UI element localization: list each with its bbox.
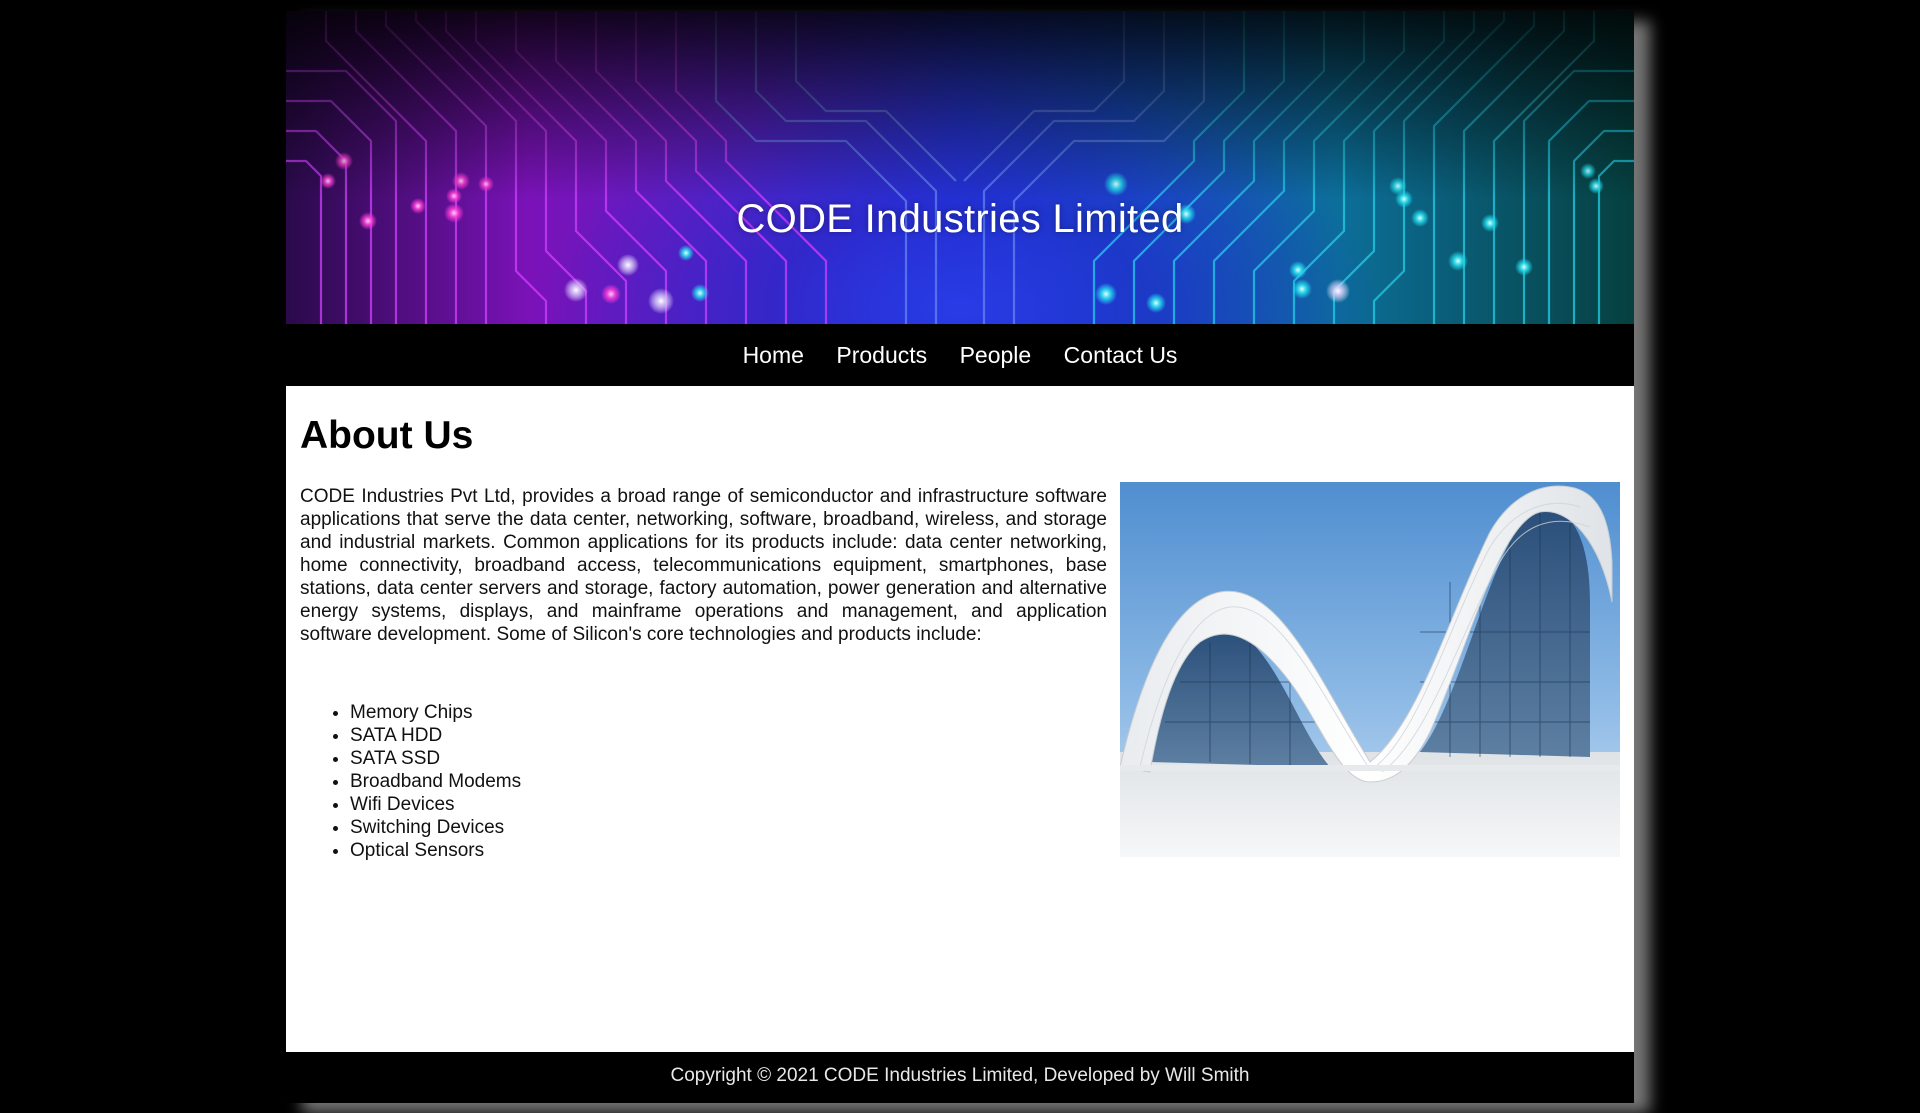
- list-item: Wifi Devices: [350, 793, 521, 816]
- list-item: Memory Chips: [350, 701, 521, 724]
- list-item: Optical Sensors: [350, 839, 521, 862]
- building-image: [1120, 482, 1620, 857]
- nav-item-contact-us[interactable]: Contact Us: [1064, 324, 1178, 386]
- list-item: Broadband Modems: [350, 770, 521, 793]
- list-item: SATA HDD: [350, 724, 521, 747]
- intro-paragraph: CODE Industries Pvt Ltd, provides a broa…: [300, 486, 1107, 645]
- list-item: Switching Devices: [350, 816, 521, 839]
- feature-list: Memory Chips SATA HDD SATA SSD Broadband…: [300, 701, 521, 862]
- page-wrapper: CODE Industries Limited Home Products Pe…: [286, 11, 1634, 1103]
- nav-item-people[interactable]: People: [960, 324, 1032, 386]
- site-footer: Copyright © 2021 CODE Industries Limited…: [286, 1052, 1634, 1103]
- site-title: CODE Industries Limited: [736, 197, 1184, 241]
- circuit-board-graphic: [286, 11, 1634, 324]
- page-heading: About Us: [300, 414, 474, 457]
- header-banner: CODE Industries Limited: [286, 11, 1634, 324]
- list-item: SATA SSD: [350, 747, 521, 770]
- main-content: About Us CODE Industries Pvt Ltd, provid…: [286, 386, 1634, 1052]
- nav-item-products[interactable]: Products: [836, 324, 927, 386]
- nav-item-home[interactable]: Home: [743, 324, 804, 386]
- building-photo: [1120, 482, 1620, 857]
- main-nav: Home Products People Contact Us: [286, 324, 1634, 386]
